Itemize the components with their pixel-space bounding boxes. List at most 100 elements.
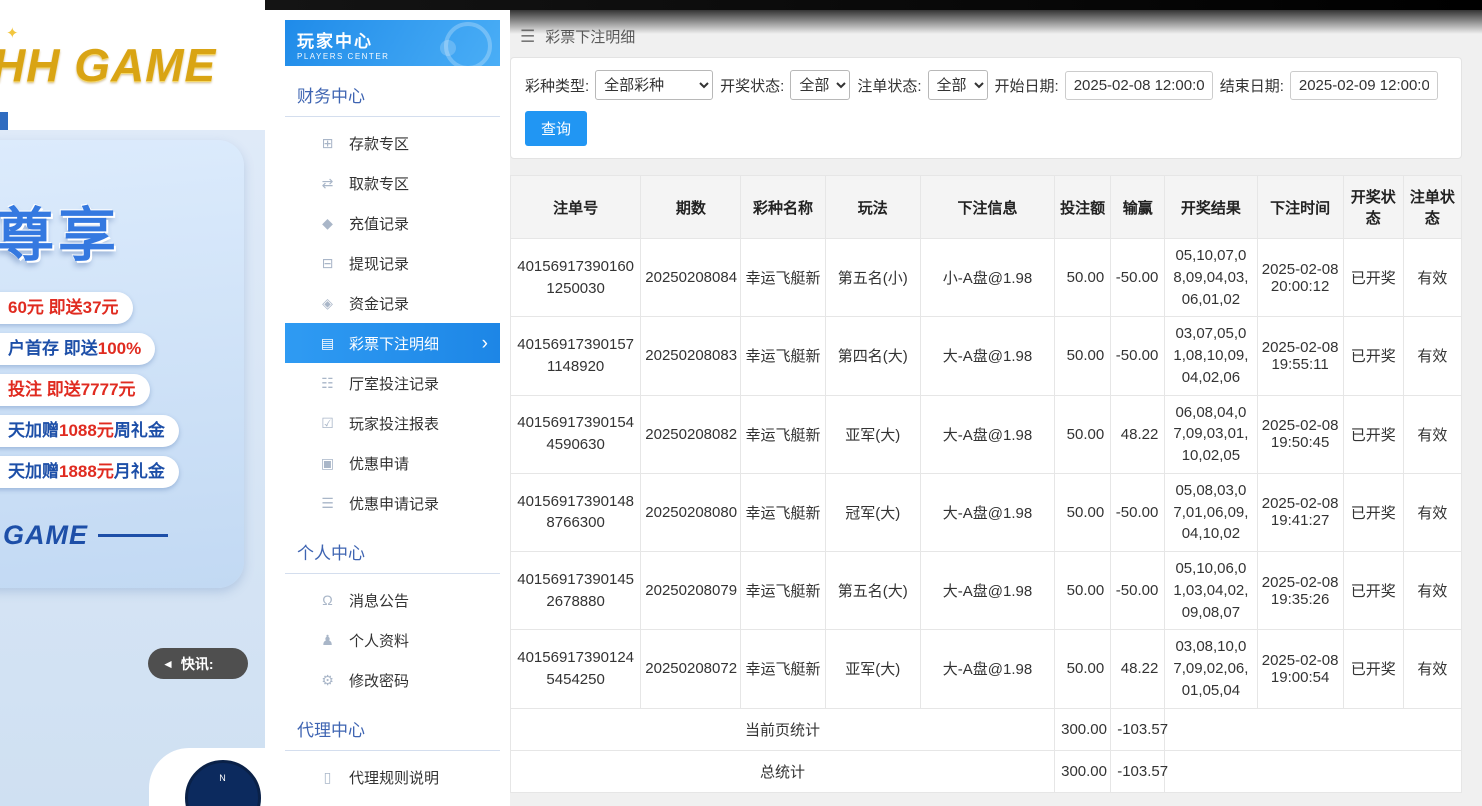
cell-bet_time: 2025-02-08 20:00:12 bbox=[1257, 239, 1343, 317]
sidebar-subtitle: PLAYERS CENTER bbox=[297, 52, 488, 61]
sidebar-header: 玩家中心 PLAYERS CENTER bbox=[285, 20, 500, 66]
cell-order_no: 401569173901601250030 bbox=[511, 239, 641, 317]
promo-pill-text: 100% bbox=[98, 339, 141, 358]
draw-status-filter: 开奖状态: 全部 bbox=[720, 70, 850, 100]
cell-bet_amount: 50.00 bbox=[1055, 239, 1111, 317]
main-content: ☰ 彩票下注明细 彩种类型: 全部彩种 开奖状态: 全部 bbox=[510, 10, 1482, 806]
sidebar-item-label: 厅室投注记录 bbox=[349, 373, 439, 394]
cell-lottery: 幸运飞艇新 bbox=[741, 317, 825, 395]
table-row: 40156917390145267888020250208079幸运飞艇新第五名… bbox=[511, 552, 1462, 630]
cell-win_loss: 48.22 bbox=[1111, 395, 1165, 473]
promo-pill-text: 月礼金 bbox=[114, 462, 165, 481]
column-header-play: 玩法 bbox=[825, 176, 920, 239]
cell-period: 20250208084 bbox=[641, 239, 741, 317]
sidebar-item-change-password[interactable]: ⚙修改密码 bbox=[285, 660, 500, 700]
cell-draw_status: 已开奖 bbox=[1343, 317, 1403, 395]
summary-empty bbox=[1165, 750, 1462, 792]
sidebar-item-recharge-records[interactable]: ◆充值记录 bbox=[285, 203, 500, 243]
cell-bet_time: 2025-02-08 19:00:54 bbox=[1257, 630, 1343, 708]
sidebar-item-withdraw-area[interactable]: ⇄取款专区 bbox=[285, 163, 500, 203]
promo-brand-text: H GAME bbox=[0, 520, 88, 551]
cell-play: 第四名(大) bbox=[825, 317, 920, 395]
badge-letter: N bbox=[219, 773, 227, 783]
sidebar-item-label: 修改密码 bbox=[349, 670, 409, 691]
sidebar-item-label: 取款专区 bbox=[349, 173, 409, 194]
promo-pill-text: 天加赠 bbox=[8, 421, 59, 440]
site-header: ✦ HH GAME bbox=[0, 0, 265, 130]
sidebar-item-player-bet-report[interactable]: ☑玩家投注报表 bbox=[285, 403, 500, 443]
cell-bet_amount: 50.00 bbox=[1055, 395, 1111, 473]
cell-order_status: 有效 bbox=[1403, 552, 1461, 630]
cell-bet_time: 2025-02-08 19:55:11 bbox=[1257, 317, 1343, 395]
sidebar-item-fund-records[interactable]: ◈资金记录 bbox=[285, 283, 500, 323]
draw-status-select[interactable]: 全部 bbox=[790, 70, 850, 100]
sidebar-section-heading: 财务中心 bbox=[285, 66, 500, 117]
modal-top-strip bbox=[265, 0, 1482, 10]
sidebar-item-agent-team-stats[interactable]: ▦代理团队统计 bbox=[285, 797, 500, 806]
bet-table-card: 注单号期数彩种名称玩法下注信息投注额输赢开奖结果下注时间开奖状态注单状态 401… bbox=[510, 175, 1462, 793]
promo-pill: 天加赠1088元周礼金 bbox=[0, 415, 179, 447]
sidebar-item-deposit-area[interactable]: ⊞存款专区 bbox=[285, 123, 500, 163]
start-date-label: 开始日期: bbox=[995, 75, 1059, 96]
cell-bet_amount: 50.00 bbox=[1055, 630, 1111, 708]
start-date-input[interactable] bbox=[1065, 71, 1213, 100]
sidebar-section-heading: 代理中心 bbox=[285, 700, 500, 751]
cell-draw_status: 已开奖 bbox=[1343, 552, 1403, 630]
column-header-bet_info: 下注信息 bbox=[920, 176, 1054, 239]
cell-draw_result: 05,08,03,07,01,06,09,04,10,02 bbox=[1165, 473, 1257, 551]
cell-draw_status: 已开奖 bbox=[1343, 395, 1403, 473]
sidebar-item-label: 消息公告 bbox=[349, 590, 409, 611]
cell-lottery: 幸运飞艇新 bbox=[741, 630, 825, 708]
order-status-filter: 注单状态: 全部 bbox=[857, 70, 987, 100]
promo-pills: 60元 即送37元户首存 即送100%投注 即送7777元天加赠1088元周礼金… bbox=[0, 292, 179, 488]
table-row: 40156917390124545425020250208072幸运飞艇新亚军(… bbox=[511, 630, 1462, 708]
cell-bet_amount: 50.00 bbox=[1055, 317, 1111, 395]
cell-win_loss: 48.22 bbox=[1111, 630, 1165, 708]
sidebar-item-promo-apply[interactable]: ▣优惠申请 bbox=[285, 443, 500, 483]
cell-play: 第五名(小) bbox=[825, 239, 920, 317]
sidebar-item-label: 代理规则说明 bbox=[349, 767, 439, 788]
recharge-records-icon: ◆ bbox=[319, 215, 336, 232]
cell-order_no: 401569173901245454250 bbox=[511, 630, 641, 708]
summary-bet-total: 300.00 bbox=[1055, 708, 1111, 750]
sidebar-title: 玩家中心 bbox=[297, 27, 488, 52]
promo-pill: 天加赠1888元月礼金 bbox=[0, 456, 179, 488]
order-status-select[interactable]: 全部 bbox=[928, 70, 988, 100]
summary-row: 总统计300.00-103.57 bbox=[511, 750, 1462, 792]
sidebar-item-agent-rules[interactable]: ▯代理规则说明 bbox=[285, 757, 500, 797]
cell-play: 第五名(大) bbox=[825, 552, 920, 630]
cell-win_loss: -50.00 bbox=[1111, 317, 1165, 395]
cell-lottery: 幸运飞艇新 bbox=[741, 552, 825, 630]
news-ticker: ◄ 快讯: bbox=[148, 648, 248, 679]
sidebar-item-label: 优惠申请记录 bbox=[349, 493, 439, 514]
sidebar-item-promo-apply-records[interactable]: ☰优惠申请记录 bbox=[285, 483, 500, 523]
cell-period: 20250208072 bbox=[641, 630, 741, 708]
search-button[interactable]: 查询 bbox=[525, 111, 587, 146]
sidebar-item-withdraw-records[interactable]: ⊟提现记录 bbox=[285, 243, 500, 283]
cell-draw_status: 已开奖 bbox=[1343, 473, 1403, 551]
chevron-right-icon: › bbox=[482, 334, 488, 353]
cell-bet_time: 2025-02-08 19:41:27 bbox=[1257, 473, 1343, 551]
promo-pill-text: 天加赠 bbox=[8, 462, 59, 481]
deposit-icon: ⊞ bbox=[319, 135, 336, 152]
withdraw-records-icon: ⊟ bbox=[319, 255, 336, 272]
table-row: 40156917390157114892020250208083幸运飞艇新第四名… bbox=[511, 317, 1462, 395]
sidebar-sections: 财务中心 ⊞存款专区⇄取款专区◆充值记录⊟提现记录◈资金记录▤彩票下注明细›☷厅室… bbox=[285, 66, 500, 806]
bet-table: 注单号期数彩种名称玩法下注信息投注额输赢开奖结果下注时间开奖状态注单状态 401… bbox=[510, 175, 1462, 793]
lottery-type-select[interactable]: 全部彩种 bbox=[595, 70, 713, 100]
sidebar-item-hall-bet-records[interactable]: ☷厅室投注记录 bbox=[285, 363, 500, 403]
sidebar-item-profile[interactable]: ♟个人资料 bbox=[285, 620, 500, 660]
sidebar-item-messages[interactable]: Ω消息公告 bbox=[285, 580, 500, 620]
page-header: ☰ 彩票下注明细 bbox=[510, 10, 1462, 57]
end-date-filter: 结束日期: bbox=[1220, 71, 1438, 100]
cell-draw_result: 06,08,04,07,09,03,01,10,02,05 bbox=[1165, 395, 1257, 473]
sidebar-item-lottery-bet-details[interactable]: ▤彩票下注明细› bbox=[285, 323, 500, 363]
end-date-input[interactable] bbox=[1290, 71, 1438, 100]
page-title: 彩票下注明细 bbox=[545, 26, 635, 47]
cell-draw_result: 05,10,06,01,03,04,02,09,08,07 bbox=[1165, 552, 1257, 630]
cell-win_loss: -50.00 bbox=[1111, 473, 1165, 551]
promo-brand-rule bbox=[98, 534, 168, 537]
menu-icon[interactable]: ☰ bbox=[520, 27, 535, 47]
news-ticker-label: 快讯: bbox=[181, 654, 214, 674]
promo-headline: 尊享 bbox=[0, 188, 120, 272]
